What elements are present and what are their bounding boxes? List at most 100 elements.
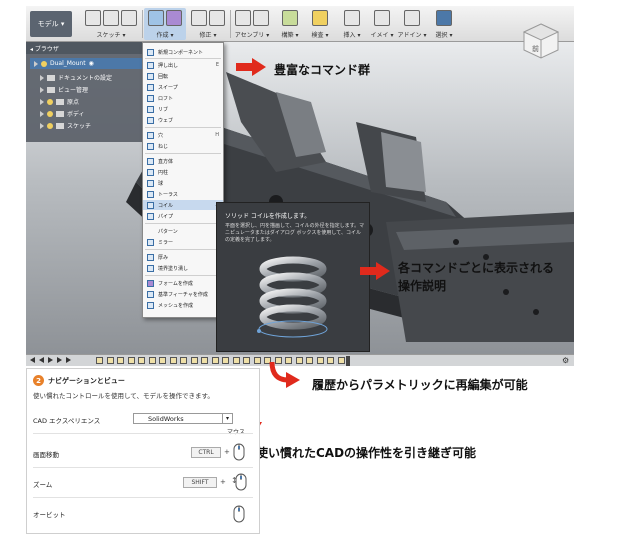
- visibility-bulb-icon[interactable]: [41, 60, 47, 67]
- timeline-feature[interactable]: [106, 357, 114, 364]
- toolbar-group-construct[interactable]: 構築 ▾: [276, 8, 304, 40]
- visibility-bulb-icon[interactable]: [47, 122, 53, 129]
- browser-header: ◂ ブラウザ: [26, 42, 146, 54]
- mesh-icon: [147, 301, 154, 309]
- toolbar-group-insert[interactable]: 挿入 ▾: [338, 8, 366, 40]
- toolbar-group-create[interactable]: 作成 ▾: [144, 8, 186, 40]
- menu-item-mirror[interactable]: ミラー: [143, 237, 223, 247]
- menu-item-pattern[interactable]: パターン▸: [143, 226, 223, 236]
- menu-item-rib[interactable]: リブ: [143, 104, 223, 114]
- toolbar-group-make[interactable]: イメイ ▾: [368, 8, 396, 40]
- timeline-feature[interactable]: [127, 357, 135, 364]
- menu-item-torus[interactable]: トーラス: [143, 189, 223, 199]
- timeline-feature[interactable]: [243, 357, 250, 364]
- menu-item-new-component[interactable]: 新規コンポーネント: [143, 47, 223, 57]
- toolbar-group-select[interactable]: 選択 ▾: [430, 8, 458, 40]
- timeline-feature[interactable]: [190, 357, 198, 364]
- toolbar-group-inspect[interactable]: 検査 ▾: [306, 8, 334, 40]
- menu-item-boundary-fill[interactable]: 境界塗り潰し: [143, 263, 223, 273]
- timeline-feature[interactable]: [180, 357, 187, 364]
- menu-item-create-mesh[interactable]: メッシュを作成: [143, 300, 223, 310]
- expand-icon[interactable]: [34, 60, 38, 67]
- cad-app-window: モデル ▾ スケッチ ▾ 作成 ▾ 修正 ▾ アセンブリ ▾ 構築 ▾ 検査 ▾: [26, 6, 574, 366]
- toolbar-group-sketch[interactable]: スケッチ ▾: [82, 8, 140, 40]
- timeline-feature[interactable]: [159, 357, 166, 364]
- visibility-bulb-icon[interactable]: [47, 110, 53, 117]
- folder-icon: [47, 86, 55, 93]
- timeline-feature[interactable]: [169, 357, 177, 364]
- menu-item-thicken[interactable]: 厚み: [143, 252, 223, 262]
- base-feature-icon: [147, 290, 154, 298]
- browser-item-label: スケッチ: [67, 123, 92, 130]
- timeline-feature[interactable]: [201, 357, 208, 364]
- menu-item-extrude[interactable]: 押し出し E: [143, 60, 223, 70]
- expand-icon[interactable]: [40, 122, 44, 129]
- expand-icon[interactable]: [40, 98, 44, 105]
- menu-item-cylinder[interactable]: 円柱: [143, 167, 223, 177]
- expand-icon[interactable]: [40, 110, 44, 117]
- expand-icon[interactable]: [40, 86, 44, 93]
- step-number-badge: 2: [33, 375, 44, 386]
- toolbar-divider: [230, 10, 231, 38]
- menu-item-sphere[interactable]: 球: [143, 178, 223, 188]
- rib-icon: [147, 105, 154, 113]
- step-forward-icon[interactable]: [57, 357, 62, 363]
- expand-icon[interactable]: [40, 74, 44, 81]
- play-icon[interactable]: [48, 357, 53, 363]
- toolbar-label: 選択 ▾: [435, 32, 453, 39]
- menu-item-label: 球: [158, 180, 164, 187]
- menu-item-box[interactable]: 直方体: [143, 156, 223, 166]
- menu-item-coil[interactable]: コイル↗: [143, 200, 223, 210]
- menu-item-revolve[interactable]: 回転: [143, 71, 223, 81]
- visibility-bulb-icon[interactable]: [47, 98, 53, 105]
- mouse-middle-button-icon: [233, 505, 245, 523]
- menu-item-create-form[interactable]: フォームを作成: [143, 278, 223, 288]
- timeline-feature[interactable]: [253, 357, 261, 364]
- timeline-feature[interactable]: [306, 357, 313, 364]
- menu-item-label: 穴: [158, 132, 164, 139]
- menu-item-thread[interactable]: ねじ: [143, 141, 223, 151]
- browser-item-bodies[interactable]: ボディ: [40, 108, 85, 119]
- browser-item-views[interactable]: ビュー管理: [40, 84, 88, 95]
- undo-icon: [103, 10, 119, 26]
- step-back-icon[interactable]: [39, 357, 44, 363]
- toolbar-group-modify[interactable]: 修正 ▾: [188, 8, 228, 40]
- cad-experience-select[interactable]: SolidWorks ▾: [133, 413, 233, 424]
- fillet-icon: [191, 10, 207, 26]
- browser-item-origin[interactable]: 原点: [40, 96, 79, 107]
- menu-item-loft[interactable]: ロフト: [143, 93, 223, 103]
- toolbar-group-assemble[interactable]: アセンブリ ▾: [232, 8, 272, 40]
- browser-item-document-settings[interactable]: ドキュメントの設定: [40, 72, 112, 83]
- go-to-end-icon[interactable]: [66, 357, 71, 363]
- timeline-feature[interactable]: [337, 357, 345, 364]
- timeline-feature[interactable]: [222, 357, 229, 364]
- menu-item-label: スイープ: [158, 84, 178, 91]
- menu-item-label: 境界塗り潰し: [158, 265, 189, 272]
- timeline-feature[interactable]: [96, 357, 103, 364]
- timeline-feature[interactable]: [211, 357, 219, 364]
- timeline-feature[interactable]: [117, 357, 124, 364]
- timeline-feature[interactable]: [327, 357, 334, 364]
- toolbar-group-addins[interactable]: アドイン ▾: [398, 8, 426, 40]
- radio-icon[interactable]: ◉: [89, 60, 94, 67]
- timeline-feature[interactable]: [148, 357, 156, 364]
- menu-item-pipe[interactable]: パイプ: [143, 211, 223, 221]
- viewcube[interactable]: 前: [520, 20, 562, 62]
- menu-item-hole[interactable]: 穴H: [143, 130, 223, 140]
- toolbar-label: 挿入 ▾: [343, 32, 361, 39]
- timeline-marker[interactable]: [346, 356, 350, 366]
- browser-root-node[interactable]: Dual_Mount ◉: [30, 58, 142, 69]
- go-to-start-icon[interactable]: [30, 357, 35, 363]
- timeline-feature[interactable]: [232, 357, 240, 364]
- menu-item-sweep[interactable]: スイープ: [143, 82, 223, 92]
- timeline-feature[interactable]: [316, 357, 324, 364]
- menu-item-base-feature[interactable]: 基準フィーチャを作成: [143, 289, 223, 299]
- viewcube-face-label: 前: [532, 44, 539, 53]
- menu-item-web[interactable]: ウェブ: [143, 115, 223, 125]
- rectangle-icon: [121, 10, 137, 26]
- settings-gear-icon[interactable]: ⚙: [562, 356, 569, 365]
- timeline-feature[interactable]: [138, 357, 145, 364]
- workspace-mode-button[interactable]: モデル ▾: [30, 11, 72, 37]
- browser-item-sketches[interactable]: スケッチ: [40, 120, 91, 131]
- zoom-key: SHIFT: [183, 477, 217, 488]
